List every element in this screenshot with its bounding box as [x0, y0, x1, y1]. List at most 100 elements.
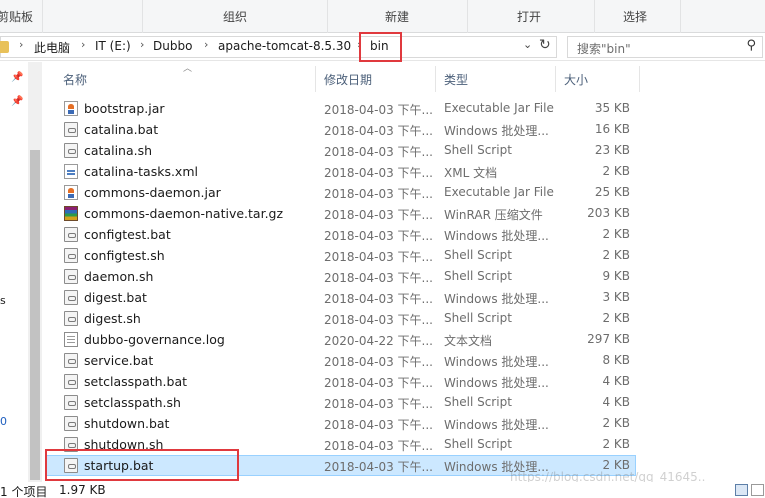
- file-name: dubbo-governance.log: [84, 332, 225, 347]
- winrar-archive-icon: [64, 206, 78, 221]
- batch-file-icon: [64, 416, 78, 431]
- jar-file-icon: [64, 101, 78, 116]
- file-row[interactable]: configtest.sh 2018-04-03 下午... Shell Scr…: [42, 245, 642, 266]
- file-size: 4 KB: [602, 374, 630, 388]
- scrollbar-thumb[interactable]: [30, 150, 40, 480]
- file-row[interactable]: bootstrap.jar 2018-04-03 下午... Executabl…: [42, 98, 642, 119]
- file-row[interactable]: commons-daemon.jar 2018-04-03 下午... Exec…: [42, 182, 642, 203]
- file-size: 4 KB: [602, 395, 630, 409]
- file-row[interactable]: catalina.bat 2018-04-03 下午... Windows 批处…: [42, 119, 642, 140]
- address-bar-area: › 此电脑 › IT (E:) › Dubbo › apache-tomcat-…: [0, 32, 765, 62]
- text-file-icon: [64, 332, 78, 347]
- file-date: 2018-04-03 下午...: [324, 418, 433, 432]
- column-header-size[interactable]: 大小: [564, 71, 588, 88]
- file-name: catalina.sh: [84, 143, 153, 158]
- file-size: 297 KB: [587, 332, 630, 346]
- ribbon-group-organize[interactable]: 组织: [200, 0, 270, 33]
- search-input[interactable]: 搜索"bin" ⚲: [567, 36, 763, 58]
- annotation-highlight-box: [45, 449, 239, 481]
- file-type: 文本文档: [444, 334, 493, 348]
- ribbon-divider: [142, 0, 143, 33]
- column-divider[interactable]: [435, 66, 436, 92]
- file-type: Shell Script: [444, 248, 512, 262]
- column-divider[interactable]: [555, 66, 556, 92]
- file-type: Windows 批处理...: [444, 124, 549, 138]
- ribbon-divider: [680, 0, 681, 33]
- file-size: 25 KB: [594, 185, 630, 199]
- address-bar[interactable]: › 此电脑 › IT (E:) › Dubbo › apache-tomcat-…: [0, 36, 557, 58]
- file-row[interactable]: configtest.bat 2018-04-03 下午... Windows …: [42, 224, 642, 245]
- ribbon-group-clipboard[interactable]: 剪贴板: [0, 0, 40, 33]
- file-name: bootstrap.jar: [84, 101, 165, 116]
- ribbon-group-select[interactable]: 选择: [600, 0, 670, 33]
- chevron-right-icon[interactable]: ›: [204, 38, 208, 51]
- column-header-name[interactable]: 名称: [63, 71, 87, 88]
- status-selection-size: 1.97 KB: [59, 483, 106, 497]
- file-row[interactable]: setclasspath.bat 2018-04-03 下午... Window…: [42, 371, 642, 392]
- file-date: 2018-04-03 下午...: [324, 292, 433, 306]
- file-date: 2018-04-03 下午...: [324, 460, 433, 474]
- file-type: Executable Jar File: [444, 185, 554, 199]
- file-name: setclasspath.bat: [84, 374, 188, 389]
- pin-icon[interactable]: 📌: [11, 72, 23, 83]
- file-row[interactable]: digest.bat 2018-04-03 下午... Windows 批处理.…: [42, 287, 642, 308]
- ribbon-group-new[interactable]: 新建: [362, 0, 432, 33]
- details-view-icon[interactable]: [735, 484, 748, 496]
- search-icon[interactable]: ⚲: [746, 38, 756, 53]
- file-date: 2018-04-03 下午...: [324, 124, 433, 138]
- file-row[interactable]: service.bat 2018-04-03 下午... Windows 批处理…: [42, 350, 642, 371]
- file-size: 35 KB: [594, 101, 630, 115]
- pin-icon[interactable]: 📌: [11, 96, 23, 107]
- file-row[interactable]: catalina.sh 2018-04-03 下午... Shell Scrip…: [42, 140, 642, 161]
- breadcrumb-this-pc[interactable]: 此电脑: [34, 39, 70, 56]
- large-icons-view-icon[interactable]: [751, 484, 764, 496]
- status-bar: 1 个项目 1.97 KB: [0, 482, 765, 498]
- file-row[interactable]: digest.sh 2018-04-03 下午... Shell Script …: [42, 308, 642, 329]
- file-type: Shell Script: [444, 269, 512, 283]
- column-divider[interactable]: [315, 66, 316, 92]
- chevron-down-icon[interactable]: ⌄: [523, 38, 532, 51]
- file-row[interactable]: catalina-tasks.xml 2018-04-03 下午... XML …: [42, 161, 642, 182]
- file-type: Windows 批处理...: [444, 376, 549, 390]
- file-type: Windows 批处理...: [444, 418, 549, 432]
- file-date: 2018-04-03 下午...: [324, 271, 433, 285]
- ribbon-group-open[interactable]: 打开: [494, 0, 564, 33]
- nav-item-fragment[interactable]: 0: [0, 415, 7, 428]
- shell-script-icon: [64, 143, 78, 158]
- file-row[interactable]: daemon.sh 2018-04-03 下午... Shell Script …: [42, 266, 642, 287]
- file-name: digest.sh: [84, 311, 141, 326]
- file-type: Shell Script: [444, 395, 512, 409]
- shell-script-icon: [64, 311, 78, 326]
- batch-file-icon: [64, 122, 78, 137]
- file-size: 2 KB: [602, 164, 630, 178]
- file-name: commons-daemon-native.tar.gz: [84, 206, 284, 221]
- column-divider[interactable]: [639, 66, 640, 92]
- file-name: daemon.sh: [84, 269, 154, 284]
- nav-scrollbar[interactable]: [28, 62, 42, 482]
- file-row[interactable]: setclasspath.sh 2018-04-03 下午... Shell S…: [42, 392, 642, 413]
- file-date: 2018-04-03 下午...: [324, 229, 433, 243]
- file-name: commons-daemon.jar: [84, 185, 221, 200]
- file-date: 2018-04-03 下午...: [324, 397, 433, 411]
- file-date: 2020-04-22 下午...: [324, 334, 433, 348]
- chevron-right-icon[interactable]: ›: [19, 38, 23, 51]
- nav-item-fragment[interactable]: s: [0, 294, 6, 307]
- file-name: catalina-tasks.xml: [84, 164, 198, 179]
- breadcrumb-tomcat[interactable]: apache-tomcat-8.5.30: [218, 39, 351, 53]
- refresh-icon[interactable]: ↻: [539, 37, 551, 53]
- chevron-right-icon[interactable]: ›: [140, 38, 144, 51]
- column-header-date[interactable]: 修改日期: [324, 71, 372, 88]
- ribbon-divider: [594, 0, 595, 33]
- file-size: 2 KB: [602, 416, 630, 430]
- column-header-type[interactable]: 类型: [444, 71, 468, 88]
- file-row[interactable]: commons-daemon-native.tar.gz 2018-04-03 …: [42, 203, 642, 224]
- breadcrumb-dubbo[interactable]: Dubbo: [153, 39, 192, 53]
- file-size: 8 KB: [602, 353, 630, 367]
- file-type: Shell Script: [444, 437, 512, 451]
- file-row[interactable]: shutdown.bat 2018-04-03 下午... Windows 批处…: [42, 413, 642, 434]
- chevron-right-icon[interactable]: ›: [81, 38, 85, 51]
- breadcrumb-drive[interactable]: IT (E:): [95, 39, 131, 53]
- file-row[interactable]: dubbo-governance.log 2020-04-22 下午... 文本…: [42, 329, 642, 350]
- file-size: 23 KB: [594, 143, 630, 157]
- file-size: 203 KB: [587, 206, 630, 220]
